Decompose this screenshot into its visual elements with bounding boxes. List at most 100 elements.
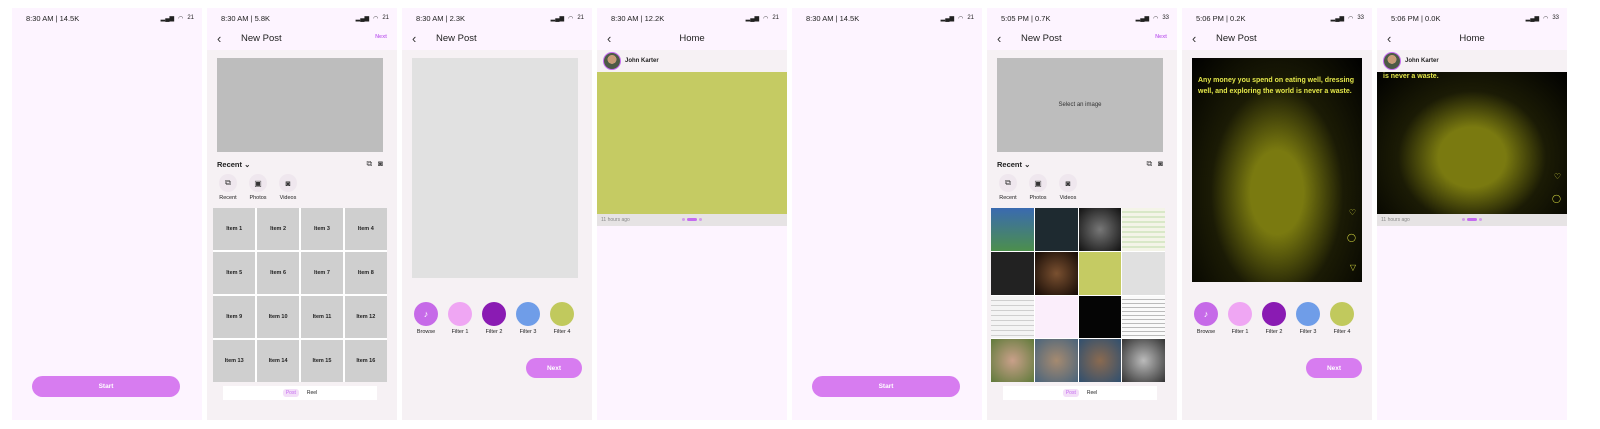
back-arrow-icon[interactable]: ‹ — [217, 31, 221, 46]
start-button[interactable]: Start — [812, 376, 960, 397]
camera-icon[interactable]: ◙ — [1158, 159, 1163, 169]
toggle-reel[interactable]: Reel — [307, 390, 317, 396]
gallery-thumb[interactable] — [1078, 339, 1122, 382]
filter-swatch — [1262, 302, 1286, 326]
avatar[interactable] — [603, 52, 621, 70]
next-link[interactable]: Next — [375, 34, 387, 40]
avatar[interactable] — [1383, 52, 1401, 70]
filter-browse[interactable]: ♪ Browse — [414, 302, 438, 335]
post-username[interactable]: John Karter — [1405, 58, 1439, 64]
next-button[interactable]: Next — [1306, 358, 1362, 378]
tab-photos[interactable]: ▣ Photos — [247, 174, 269, 201]
gallery-thumb[interactable] — [1034, 295, 1078, 339]
tab-videos[interactable]: ◙ Videos — [277, 174, 299, 201]
signal-icon: ▂▄▆ — [355, 15, 370, 22]
multi-select-icon[interactable]: ⧉ — [1146, 159, 1152, 169]
status-time: 8:30 AM | 14.5K — [26, 13, 80, 23]
post-username[interactable]: John Karter — [625, 58, 659, 64]
post-header: John Karter — [1377, 50, 1567, 72]
grid-item[interactable]: Item 13 — [213, 339, 256, 382]
filter-4[interactable]: Filter 4 — [1330, 302, 1354, 335]
next-link[interactable]: Next — [1155, 34, 1167, 40]
filter-1[interactable]: Filter 1 — [1228, 302, 1252, 335]
grid-item[interactable]: Item 14 — [256, 339, 300, 382]
grid-item[interactable]: Item 12 — [344, 295, 387, 339]
gallery-thumb[interactable] — [1078, 208, 1122, 251]
filter-browse[interactable]: ♪ Browse — [1194, 302, 1218, 335]
filter-4[interactable]: Filter 4 — [550, 302, 574, 335]
grid-item[interactable]: Item 16 — [344, 339, 387, 382]
grid-item[interactable]: Item 11 — [300, 295, 344, 339]
image-preview: Any money you spend on eating well, dres… — [1192, 58, 1362, 282]
tab-recent[interactable]: ⧉ Recent — [997, 174, 1019, 201]
gallery-thumb[interactable] — [991, 208, 1034, 251]
gallery-thumb[interactable] — [1078, 295, 1122, 339]
gallery-thumb[interactable] — [1034, 208, 1078, 251]
grid-item[interactable]: Item 5 — [213, 251, 256, 295]
app-bar: ‹ Home — [597, 28, 787, 50]
music-note-icon: ♪ — [1194, 302, 1218, 326]
camera-icon[interactable]: ◙ — [378, 159, 383, 169]
gallery-thumb[interactable] — [991, 251, 1034, 295]
status-bar: 5:06 PM | 0.2K ▂▄▆ ◠ 33 — [1182, 8, 1372, 28]
gallery-thumb[interactable] — [1078, 251, 1122, 295]
gallery-thumb[interactable] — [1122, 251, 1165, 295]
filter-1[interactable]: Filter 1 — [448, 302, 472, 335]
grid-item[interactable]: Item 10 — [256, 295, 300, 339]
tab-recent[interactable]: ⧉ Recent — [217, 174, 239, 201]
status-bar: 8:30 AM | 14.5K ▂▄▆ ◠ 21 — [792, 8, 982, 28]
post-time: 11 hours ago — [1381, 217, 1410, 223]
post-image[interactable]: is never a waste. ♡ ◯ — [1377, 72, 1567, 214]
grid-item[interactable]: Item 15 — [300, 339, 344, 382]
gallery-thumb[interactable] — [991, 339, 1034, 382]
grid-item[interactable]: Item 9 — [213, 295, 256, 339]
filter-row: ♪ Browse Filter 1 Filter 2 Filter 3 Filte… — [1194, 302, 1354, 335]
music-note-icon: ♪ — [414, 302, 438, 326]
post-image[interactable] — [597, 72, 787, 214]
toggle-post[interactable]: Post — [282, 389, 299, 397]
tab-photos[interactable]: ▣ Photos — [1027, 174, 1049, 201]
content-sheet: Select an image Recent ⌄ ⧉ ◙ ⧉ Recent ▣ Pho… — [987, 50, 1177, 420]
gallery-thumb[interactable] — [1034, 251, 1078, 295]
signal-icon: ▂▄▆ — [1525, 15, 1540, 22]
grid-item[interactable]: Item 8 — [344, 251, 387, 295]
gallery-thumb[interactable] — [991, 295, 1034, 339]
phone-screen-home-2: 5:06 PM | 0.0K ▂▄▆ ◠ 33 ‹ Home John Karter… — [1377, 8, 1567, 420]
recent-dropdown[interactable]: Recent ⌄ — [217, 160, 250, 169]
photos-icon: ▣ — [1029, 174, 1047, 192]
image-preview — [412, 58, 578, 278]
back-arrow-icon[interactable]: ‹ — [412, 31, 416, 46]
next-button[interactable]: Next — [526, 358, 582, 378]
status-bar: 5:05 PM | 0.7K ▂▄▆ ◠ 33 — [987, 8, 1177, 28]
post-reel-toggle: Post Reel — [223, 386, 377, 400]
tab-videos[interactable]: ◙ Videos — [1057, 174, 1079, 201]
battery-level: 21 — [382, 15, 389, 21]
filter-3[interactable]: Filter 3 — [516, 302, 540, 335]
multi-select-icon[interactable]: ⧉ — [366, 159, 372, 169]
gallery-thumb[interactable] — [1122, 295, 1165, 339]
toggle-post[interactable]: Post — [1062, 389, 1079, 397]
gallery-thumb[interactable] — [1122, 339, 1165, 382]
start-button[interactable]: Start — [32, 376, 180, 397]
grid-item[interactable]: Item 6 — [256, 251, 300, 295]
filter-2[interactable]: Filter 2 — [1262, 302, 1286, 335]
item-grid: Item 1 Item 2 Item 3 Item 4 Item 5 Item … — [213, 208, 387, 382]
recent-icon: ⧉ — [999, 174, 1017, 192]
filter-row: ♪ Browse Filter 1 Filter 2 Filter 3 Filte… — [414, 302, 574, 335]
recent-dropdown[interactable]: Recent ⌄ — [997, 160, 1030, 169]
back-arrow-icon[interactable]: ‹ — [997, 31, 1001, 46]
filter-2[interactable]: Filter 2 — [482, 302, 506, 335]
status-time: 8:30 AM | 2.3K — [416, 13, 466, 23]
grid-item[interactable]: Item 3 — [300, 208, 344, 251]
toggle-reel[interactable]: Reel — [1087, 390, 1097, 396]
phone-screen-start: 8:30 AM | 14.5K ▂▄▆ ◠ 21 Start — [12, 8, 202, 420]
grid-item[interactable]: Item 7 — [300, 251, 344, 295]
grid-item[interactable]: Item 4 — [344, 208, 387, 251]
grid-item[interactable]: Item 1 — [213, 208, 256, 251]
back-arrow-icon[interactable]: ‹ — [1192, 31, 1196, 46]
gallery-thumb[interactable] — [1034, 339, 1078, 382]
phone-screen-new-post-quote: 5:06 PM | 0.2K ▂▄▆ ◠ 33 ‹ New Post Any mon… — [1182, 8, 1372, 420]
gallery-thumb[interactable] — [1122, 208, 1165, 251]
grid-item[interactable]: Item 2 — [256, 208, 300, 251]
filter-3[interactable]: Filter 3 — [1296, 302, 1320, 335]
